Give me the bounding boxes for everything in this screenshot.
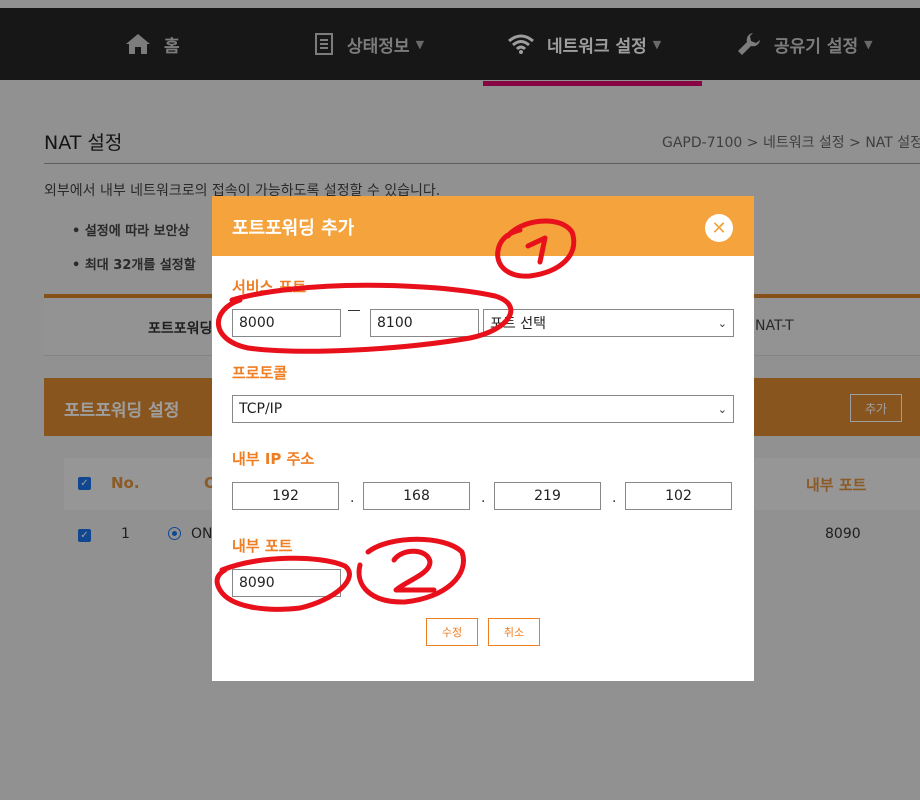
annotation-circle-service-port: [215, 282, 514, 354]
annotation-circle-internal-port: [214, 555, 352, 612]
annotation-number-2: [391, 548, 437, 593]
annotation-circle-1: [495, 218, 577, 279]
annotation-overlay: [214, 218, 577, 612]
annotation-number-1: [525, 235, 548, 265]
annotation-circle-2: [356, 536, 466, 605]
